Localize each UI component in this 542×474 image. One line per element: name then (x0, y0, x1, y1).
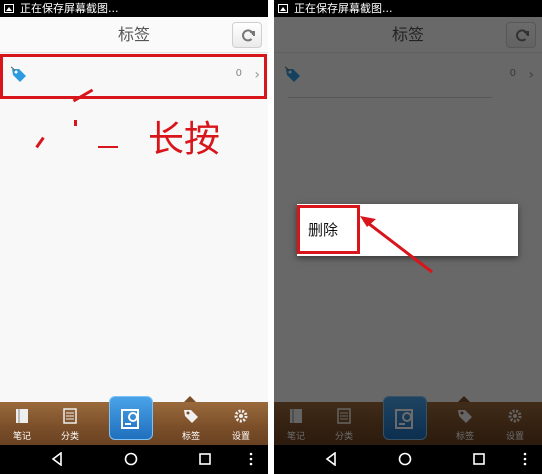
tab-notes[interactable]: 笔记 (2, 402, 42, 445)
home-icon[interactable] (398, 452, 412, 466)
delete-highlight-box (297, 205, 360, 254)
annotation-arrow (360, 216, 433, 274)
left-screenshot: 正在保存屏幕截图... 标签 0 › 长按 笔记 分类 标签 设置 (0, 0, 268, 474)
header: 标签 (0, 17, 268, 53)
status-text: 正在保存屏幕截图... (20, 2, 119, 15)
note-icon (16, 409, 28, 423)
gear-icon (234, 409, 248, 423)
sync-button[interactable] (232, 22, 262, 48)
back-icon[interactable] (324, 452, 338, 466)
back-icon[interactable] (50, 452, 64, 466)
tab-settings[interactable]: 设置 (221, 402, 261, 445)
status-text: 正在保存屏幕截图... (294, 2, 393, 15)
right-screenshot: 正在保存屏幕截图... 标签 0 › 笔记 (274, 0, 542, 474)
image-icon (278, 4, 288, 13)
android-nav-bar (0, 445, 268, 474)
tag-icon (184, 410, 198, 423)
recents-icon[interactable] (472, 452, 486, 466)
row-highlight-box (0, 54, 267, 99)
tab-label: 设置 (231, 432, 250, 442)
category-icon (63, 408, 77, 424)
tab-categories[interactable]: 分类 (50, 402, 90, 445)
tab-label: 标签 (181, 432, 200, 442)
tab-label: 分类 (60, 432, 79, 442)
long-press-annotation: 长按 (148, 119, 221, 160)
tag-list: 0 › (0, 54, 268, 402)
tab-tags[interactable]: 标签 (171, 402, 211, 445)
recents-icon[interactable] (198, 452, 212, 466)
bottom-tab-bar: 笔记 分类 标签 (0, 396, 268, 445)
status-bar: 正在保存屏幕截图... (0, 0, 268, 17)
image-icon (4, 4, 14, 13)
new-note-button[interactable] (109, 396, 153, 440)
new-note-icon (121, 409, 139, 429)
android-nav-bar (274, 445, 542, 474)
home-icon[interactable] (124, 452, 138, 466)
annotation-stroke (74, 120, 77, 126)
tab-label: 笔记 (12, 432, 31, 442)
status-bar: 正在保存屏幕截图... (274, 0, 542, 17)
page-title: 标签 (117, 25, 150, 44)
menu-dots-icon[interactable] (248, 452, 254, 466)
annotation-stroke (98, 146, 118, 148)
sync-icon (242, 29, 255, 42)
menu-dots-icon[interactable] (522, 452, 528, 466)
